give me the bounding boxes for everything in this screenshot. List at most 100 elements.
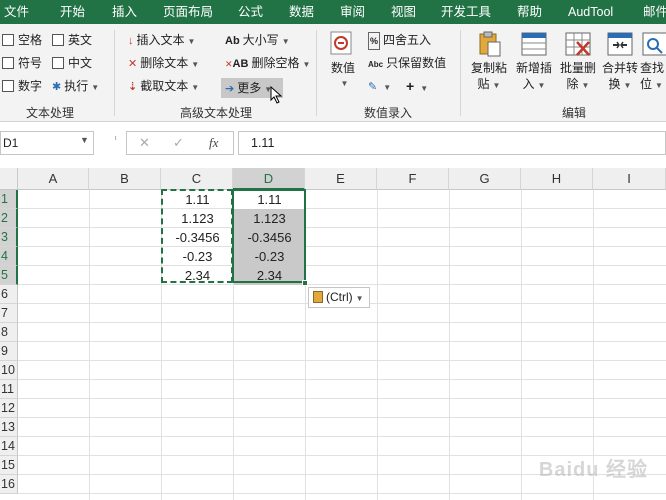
tab-page-layout[interactable]: 页面布局: [163, 0, 213, 24]
cell-d2[interactable]: 1.123: [234, 209, 305, 228]
formula-bar: D1 ▼ ··· ✕ ✓ fx 1.11: [0, 130, 666, 158]
confirm-icon[interactable]: ✓: [173, 135, 184, 151]
checkbox-icon[interactable]: [2, 80, 14, 92]
space-option[interactable]: 空格: [2, 32, 42, 48]
cell-c5[interactable]: 2.34: [162, 266, 233, 285]
copy-paste-button[interactable]: 复制粘 贴 ▼: [468, 30, 510, 94]
chinese-option[interactable]: 中文: [52, 55, 92, 71]
row-header-5[interactable]: 5: [0, 266, 18, 285]
chevron-down-icon: ▼: [492, 81, 501, 90]
checkbox-icon[interactable]: [2, 57, 14, 69]
column-header-d[interactable]: D: [233, 168, 305, 190]
cell-c1[interactable]: 1.11: [162, 190, 233, 209]
number-edit-button[interactable]: ✎ ▼: [368, 78, 391, 96]
grid-line: [18, 436, 666, 437]
delete-space-button[interactable]: ✕AB 删除空格 ▼: [225, 55, 310, 73]
cell-d5[interactable]: 2.34: [234, 266, 305, 285]
name-box-dropdown-icon[interactable]: ▼: [80, 135, 89, 145]
cell-d4[interactable]: -0.23: [234, 247, 305, 266]
cell-c4[interactable]: -0.23: [162, 247, 233, 266]
row-header-7[interactable]: 7: [0, 304, 18, 323]
symbol-option[interactable]: 符号: [2, 55, 42, 71]
cell-c3[interactable]: -0.3456: [162, 228, 233, 247]
merge-convert-button[interactable]: 合并转 换 ▼: [598, 30, 642, 94]
execute-button[interactable]: ✱ 执行 ▼: [52, 78, 99, 96]
column-header-h[interactable]: H: [521, 168, 593, 190]
tab-file[interactable]: 文件: [4, 0, 29, 24]
row-header-15[interactable]: 15: [0, 456, 18, 475]
checkbox-icon[interactable]: [2, 34, 14, 46]
case-button[interactable]: Ab 大小写 ▼: [225, 32, 290, 50]
cell-c2[interactable]: 1.123: [162, 209, 233, 228]
select-all-corner[interactable]: [0, 168, 18, 190]
insert-rows-icon: [519, 30, 549, 58]
tab-insert[interactable]: 插入: [112, 0, 137, 24]
grid-line: [449, 190, 450, 500]
row-header-6[interactable]: 6: [0, 285, 18, 304]
tab-help[interactable]: 帮助: [517, 0, 542, 24]
insert-text-button[interactable]: ↓ 插入文本 ▼: [128, 32, 195, 50]
extract-text-button[interactable]: ⇣ 截取文本 ▼: [128, 78, 199, 96]
column-header-i[interactable]: I: [593, 168, 666, 190]
fill-handle[interactable]: [302, 280, 308, 286]
row-header-8[interactable]: 8: [0, 323, 18, 342]
ribbon-panel: 空格 英文 符号 中文 数字 ✱ 执行 ▼ 文本处理 ↓ 插入文本 ▼ ✕ 删除文本 ▼ ⇣…: [0, 24, 666, 122]
row-header-1[interactable]: 1: [0, 190, 18, 209]
round-button[interactable]: % 四舍五入: [368, 32, 431, 50]
column-header-a[interactable]: A: [18, 168, 89, 190]
checkbox-icon[interactable]: [52, 34, 64, 46]
tab-developer[interactable]: 开发工具: [441, 0, 491, 24]
tab-mail[interactable]: 邮件: [643, 0, 666, 24]
add-button[interactable]: + ▼: [406, 78, 428, 97]
row-header-10[interactable]: 10: [0, 361, 18, 380]
tab-formulas[interactable]: 公式: [238, 0, 263, 24]
tab-home[interactable]: 开始: [60, 0, 85, 24]
row-header-13[interactable]: 13: [0, 418, 18, 437]
find-locate-button[interactable]: 查找 位 ▼: [640, 30, 666, 94]
column-header-c[interactable]: C: [161, 168, 233, 190]
row-header-2[interactable]: 2: [0, 209, 18, 228]
keep-value-button[interactable]: Abc 只保留数值: [368, 55, 446, 73]
column-header-e[interactable]: E: [305, 168, 377, 190]
tab-view[interactable]: 视图: [391, 0, 416, 24]
grid-line: [18, 284, 666, 285]
delete-text-button[interactable]: ✕ 删除文本 ▼: [128, 55, 199, 73]
english-option[interactable]: 英文: [52, 32, 92, 48]
spreadsheet-grid[interactable]: A B C D E F G H I 1 2 3 4 5 6 7 8 9 10 1…: [0, 168, 666, 500]
paste-options-button[interactable]: (Ctrl) ▼: [308, 287, 370, 308]
chevron-down-icon: ▼: [383, 83, 392, 92]
chevron-down-icon: ▼: [187, 37, 196, 46]
value-button[interactable]: 数值 ▼: [326, 30, 360, 92]
chevron-down-icon: ▼: [91, 83, 100, 92]
arrow-right-icon: ➔: [225, 83, 235, 95]
cancel-icon[interactable]: ✕: [139, 135, 150, 151]
insert-new-button[interactable]: 新增插 入 ▼: [512, 30, 556, 94]
formula-bar-grip-icon[interactable]: ···: [110, 135, 121, 139]
row-header-3[interactable]: 3: [0, 228, 18, 247]
row-header-16[interactable]: 16: [0, 475, 18, 494]
delete-text-icon: ✕: [128, 58, 138, 70]
group-separator: [460, 30, 461, 116]
row-header-9[interactable]: 9: [0, 342, 18, 361]
tab-audtool[interactable]: AudTool: [568, 0, 613, 24]
cell-d3[interactable]: -0.3456: [234, 228, 305, 247]
ribbon-tab-bar: 文件 开始 插入 页面布局 公式 数据 审阅 视图 开发工具 帮助 AudToo…: [0, 0, 666, 24]
batch-delete-button[interactable]: 批量删 除 ▼: [556, 30, 600, 94]
column-header-b[interactable]: B: [89, 168, 161, 190]
row-header-11[interactable]: 11: [0, 380, 18, 399]
round-icon: %: [368, 32, 381, 50]
cell-d1[interactable]: 1.11: [234, 190, 305, 209]
number-option[interactable]: 数字: [2, 78, 42, 94]
row-header-14[interactable]: 14: [0, 437, 18, 456]
tab-review[interactable]: 审阅: [340, 0, 365, 24]
column-header-f[interactable]: F: [377, 168, 449, 190]
row-header-12[interactable]: 12: [0, 399, 18, 418]
case-icon: Ab: [225, 35, 240, 47]
grid-line: [18, 265, 666, 266]
row-header-4[interactable]: 4: [0, 247, 18, 266]
formula-input[interactable]: 1.11: [238, 131, 666, 155]
checkbox-icon[interactable]: [52, 57, 64, 69]
insert-function-icon[interactable]: fx: [209, 135, 218, 151]
column-header-g[interactable]: G: [449, 168, 521, 190]
tab-data[interactable]: 数据: [289, 0, 314, 24]
